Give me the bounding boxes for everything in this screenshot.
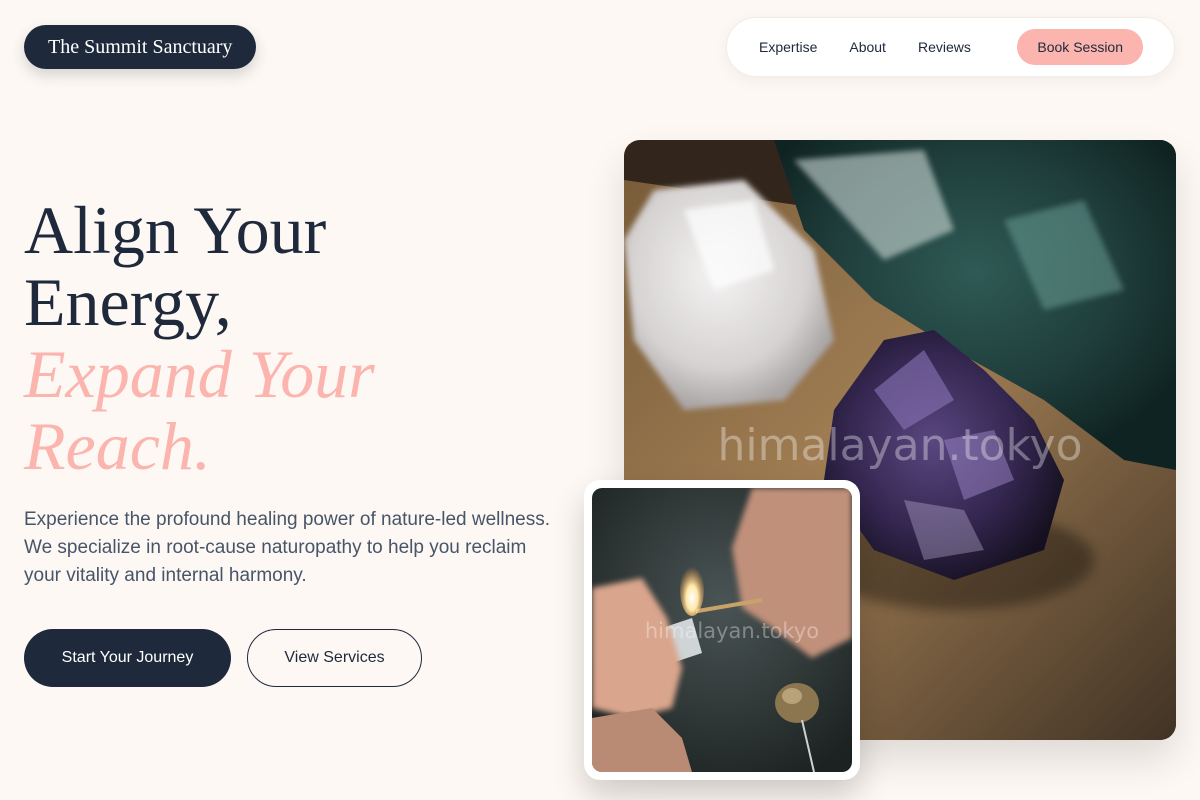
- site-logo[interactable]: The Summit Sanctuary: [24, 25, 257, 69]
- logo-text: The Summit Sanctuary: [48, 35, 233, 58]
- incense-illustration: himalayan.tokyo: [592, 488, 852, 772]
- hero-accent-line-2: Reach.: [24, 408, 211, 484]
- nav-link-expertise[interactable]: Expertise: [759, 39, 817, 55]
- hero-accent-line-1: Expand Your: [24, 336, 375, 412]
- nav-link-reviews[interactable]: Reviews: [918, 39, 971, 55]
- book-session-button[interactable]: Book Session: [1017, 29, 1143, 65]
- main-image-watermark: himalayan.tokyo: [717, 420, 1082, 471]
- view-services-button[interactable]: View Services: [247, 629, 422, 687]
- hero-description: Experience the profound healing power of…: [24, 509, 550, 586]
- hero-title-line-1: Align Your: [24, 192, 327, 268]
- incense-photo: himalayan.tokyo: [592, 488, 852, 772]
- hero-title-line-2: Energy,: [24, 264, 232, 340]
- incense-photo-frame: himalayan.tokyo: [584, 480, 860, 780]
- nav-link-about[interactable]: About: [849, 39, 886, 55]
- secondary-image-watermark: himalayan.tokyo: [645, 619, 819, 643]
- hero-title: Align Your Energy, Expand Your Reach.: [24, 194, 544, 482]
- start-journey-button[interactable]: Start Your Journey: [24, 629, 231, 687]
- main-nav: Expertise About Reviews Book Session: [726, 17, 1175, 77]
